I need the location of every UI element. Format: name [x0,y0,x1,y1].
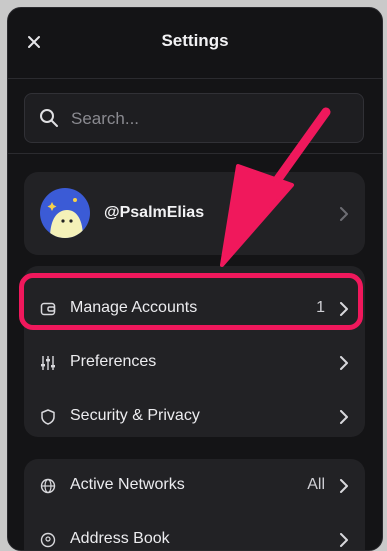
avatar [40,188,90,238]
search-input[interactable] [69,94,353,144]
active-networks-value: All [307,476,325,493]
chevron-right-icon [340,302,348,316]
chevron-right-icon [340,356,348,370]
search-icon [40,109,58,127]
sliders-icon [41,356,55,370]
preferences-item[interactable]: Preferences [24,336,365,390]
address-book-item[interactable]: Address Book [24,513,365,550]
page-title: Settings [161,31,229,50]
address-book-label: Address Book [70,530,170,547]
preferences-label: Preferences [70,353,157,370]
chevron-right-icon [340,207,348,221]
settings-menu-card: Manage Accounts 1 Preferences Security & [24,266,365,437]
chevron-right-icon [340,533,348,547]
search-area [8,79,382,154]
security-privacy-item[interactable]: Security & Privacy [24,390,365,444]
security-privacy-label: Security & Privacy [70,407,200,424]
profile-username: @PsalmElias [104,204,205,221]
chevron-right-icon [340,410,348,424]
search-box[interactable] [24,93,364,144]
chevron-right-icon [340,479,348,493]
settings-window: Settings @PsalmElias [7,7,383,551]
manage-accounts-label: Manage Accounts [70,299,198,316]
active-networks-label: Active Networks [70,476,185,493]
profile-card[interactable]: @PsalmElias [24,172,365,255]
globe-icon [40,478,56,494]
manage-accounts-item[interactable]: Manage Accounts 1 [24,282,365,336]
wallet-icon [40,302,56,316]
active-networks-item[interactable]: Active Networks All [24,459,365,513]
settings-header: Settings [8,8,382,79]
address-book-icon [40,532,56,548]
shield-icon [41,409,55,425]
networks-card: Active Networks All Address Book [24,459,365,550]
accounts-count: 1 [316,299,325,316]
